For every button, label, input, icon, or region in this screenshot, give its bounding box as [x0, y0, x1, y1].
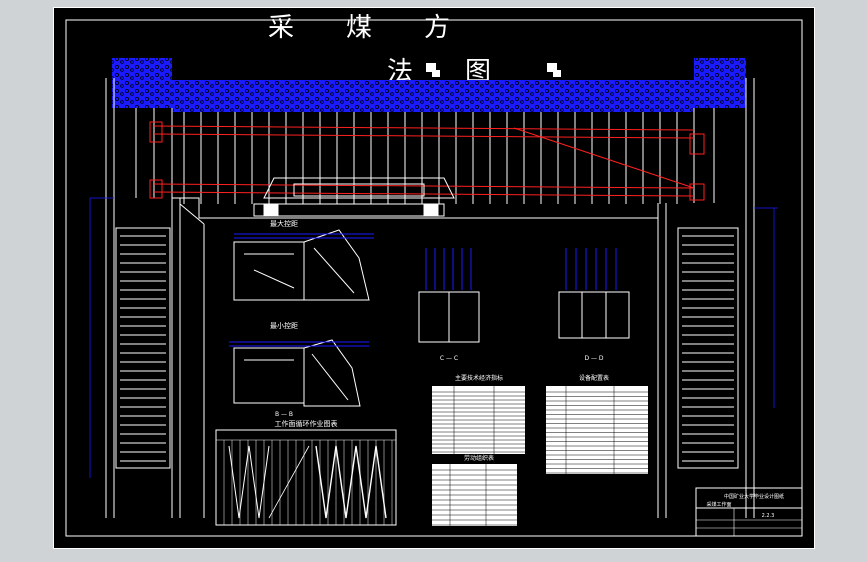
right-support-rungs — [682, 235, 734, 462]
section-cc-label: C — C — [440, 355, 458, 362]
section-cc: C — C — [418, 248, 480, 362]
title-block-number: 2.2.3 — [762, 513, 775, 519]
cycle-chart-title: 工作面循环作业图表 — [275, 419, 338, 428]
labor-table: 劳动组织表 — [432, 454, 517, 526]
section-dd: D — D — [558, 248, 630, 362]
view-min-control: 最小控距 B — B — [229, 321, 369, 418]
table2-title: 劳动组织表 — [464, 454, 494, 462]
view1-label: 最大控距 — [270, 219, 298, 228]
table1-title: 主要技术经济指标 — [455, 374, 503, 382]
title-block-line1: 中国矿业大学毕业设计图纸 — [724, 493, 784, 500]
title-block: 中国矿业大学毕业设计图纸 采煤工作面 2.2.3 — [695, 487, 803, 537]
section-dd-label: D — D — [584, 355, 603, 362]
tech-indicator-table: 主要技术经济指标 — [432, 374, 525, 454]
mining-method-drawing: 采 煤 方 法 图 最大控距 最小控距 B — B C — C D — D 工作… — [65, 13, 803, 537]
drawing-sheet: 采 煤 方 法 图 最大控距 最小控距 B — B C — C D — D 工作… — [53, 7, 815, 549]
left-support-rungs — [120, 235, 166, 462]
view2-section: B — B — [275, 411, 293, 418]
view-max-control: 最大控距 — [233, 219, 374, 301]
title-block-line2: 采煤工作面 — [706, 501, 731, 508]
cad-viewport: 采 煤 方 法 图 最大控距 最小控距 B — B C — C D — D 工作… — [0, 0, 867, 562]
cycle-operation-chart: 工作面循环作业图表 — [215, 419, 397, 526]
view2-label: 最小控距 — [270, 321, 298, 330]
equipment-table: 设备配置表 — [546, 374, 648, 474]
drawing-title-line1: 采 煤 方 — [268, 13, 450, 43]
shearer-path — [149, 121, 705, 201]
table3-title: 设备配置表 — [579, 374, 609, 382]
